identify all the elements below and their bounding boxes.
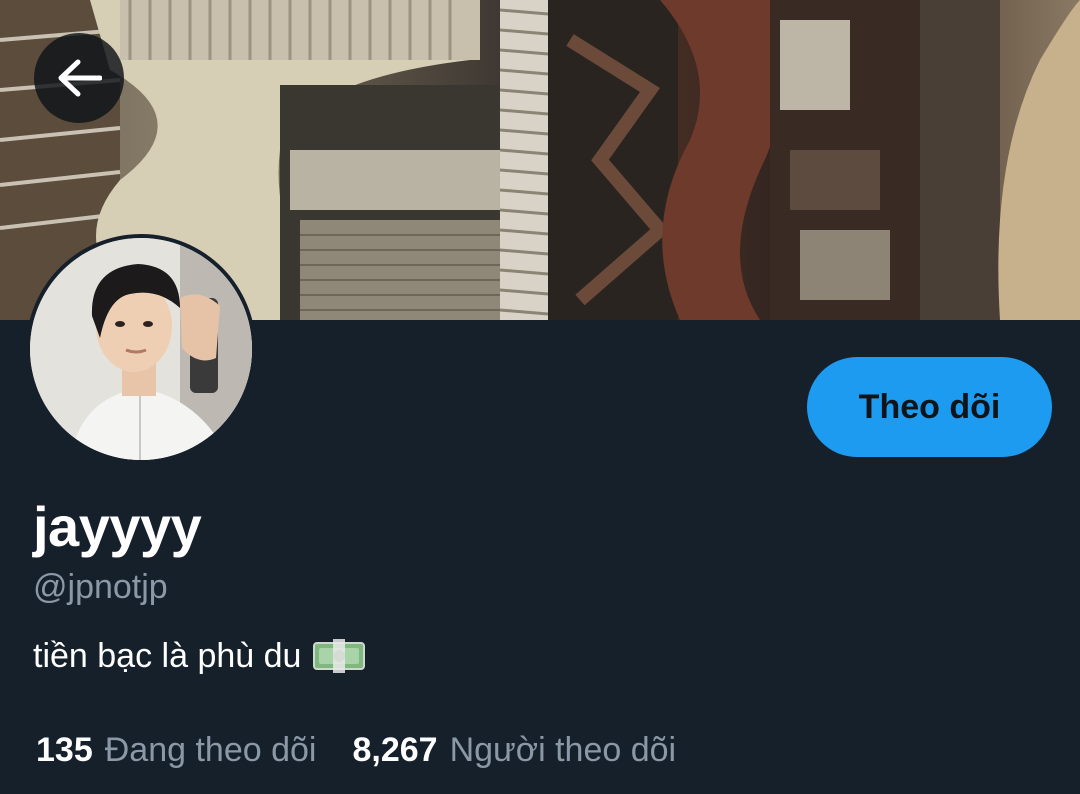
following-stat[interactable]: 135 Đang theo dõi <box>36 728 316 772</box>
avatar-photo <box>30 238 252 460</box>
user-handle: @jpnotjp <box>33 568 168 606</box>
followers-count: 8,267 <box>352 731 438 769</box>
followers-stat[interactable]: 8,267 Người theo dõi <box>352 728 676 772</box>
followers-label: Người theo dõi <box>449 731 677 769</box>
arrow-left-icon <box>58 59 102 97</box>
avatar-frame <box>26 234 256 464</box>
profile-page: Theo dõi jayyyy @jpnotjp tiền bạc là phù… <box>0 0 1080 794</box>
follow-button[interactable]: Theo dõi <box>807 357 1052 457</box>
bio-text: tiền bạc là phù du <box>33 637 302 675</box>
money-banknote-icon <box>313 639 366 673</box>
profile-bio: tiền bạc là phù du <box>33 634 366 678</box>
back-button[interactable] <box>34 33 124 123</box>
display-name: jayyyy <box>33 495 202 558</box>
following-label: Đang theo dõi <box>104 731 317 769</box>
avatar[interactable] <box>30 238 252 460</box>
follow-stats: 135 Đang theo dõi 8,267 Người theo dõi <box>36 728 676 772</box>
following-count: 135 <box>36 731 93 769</box>
